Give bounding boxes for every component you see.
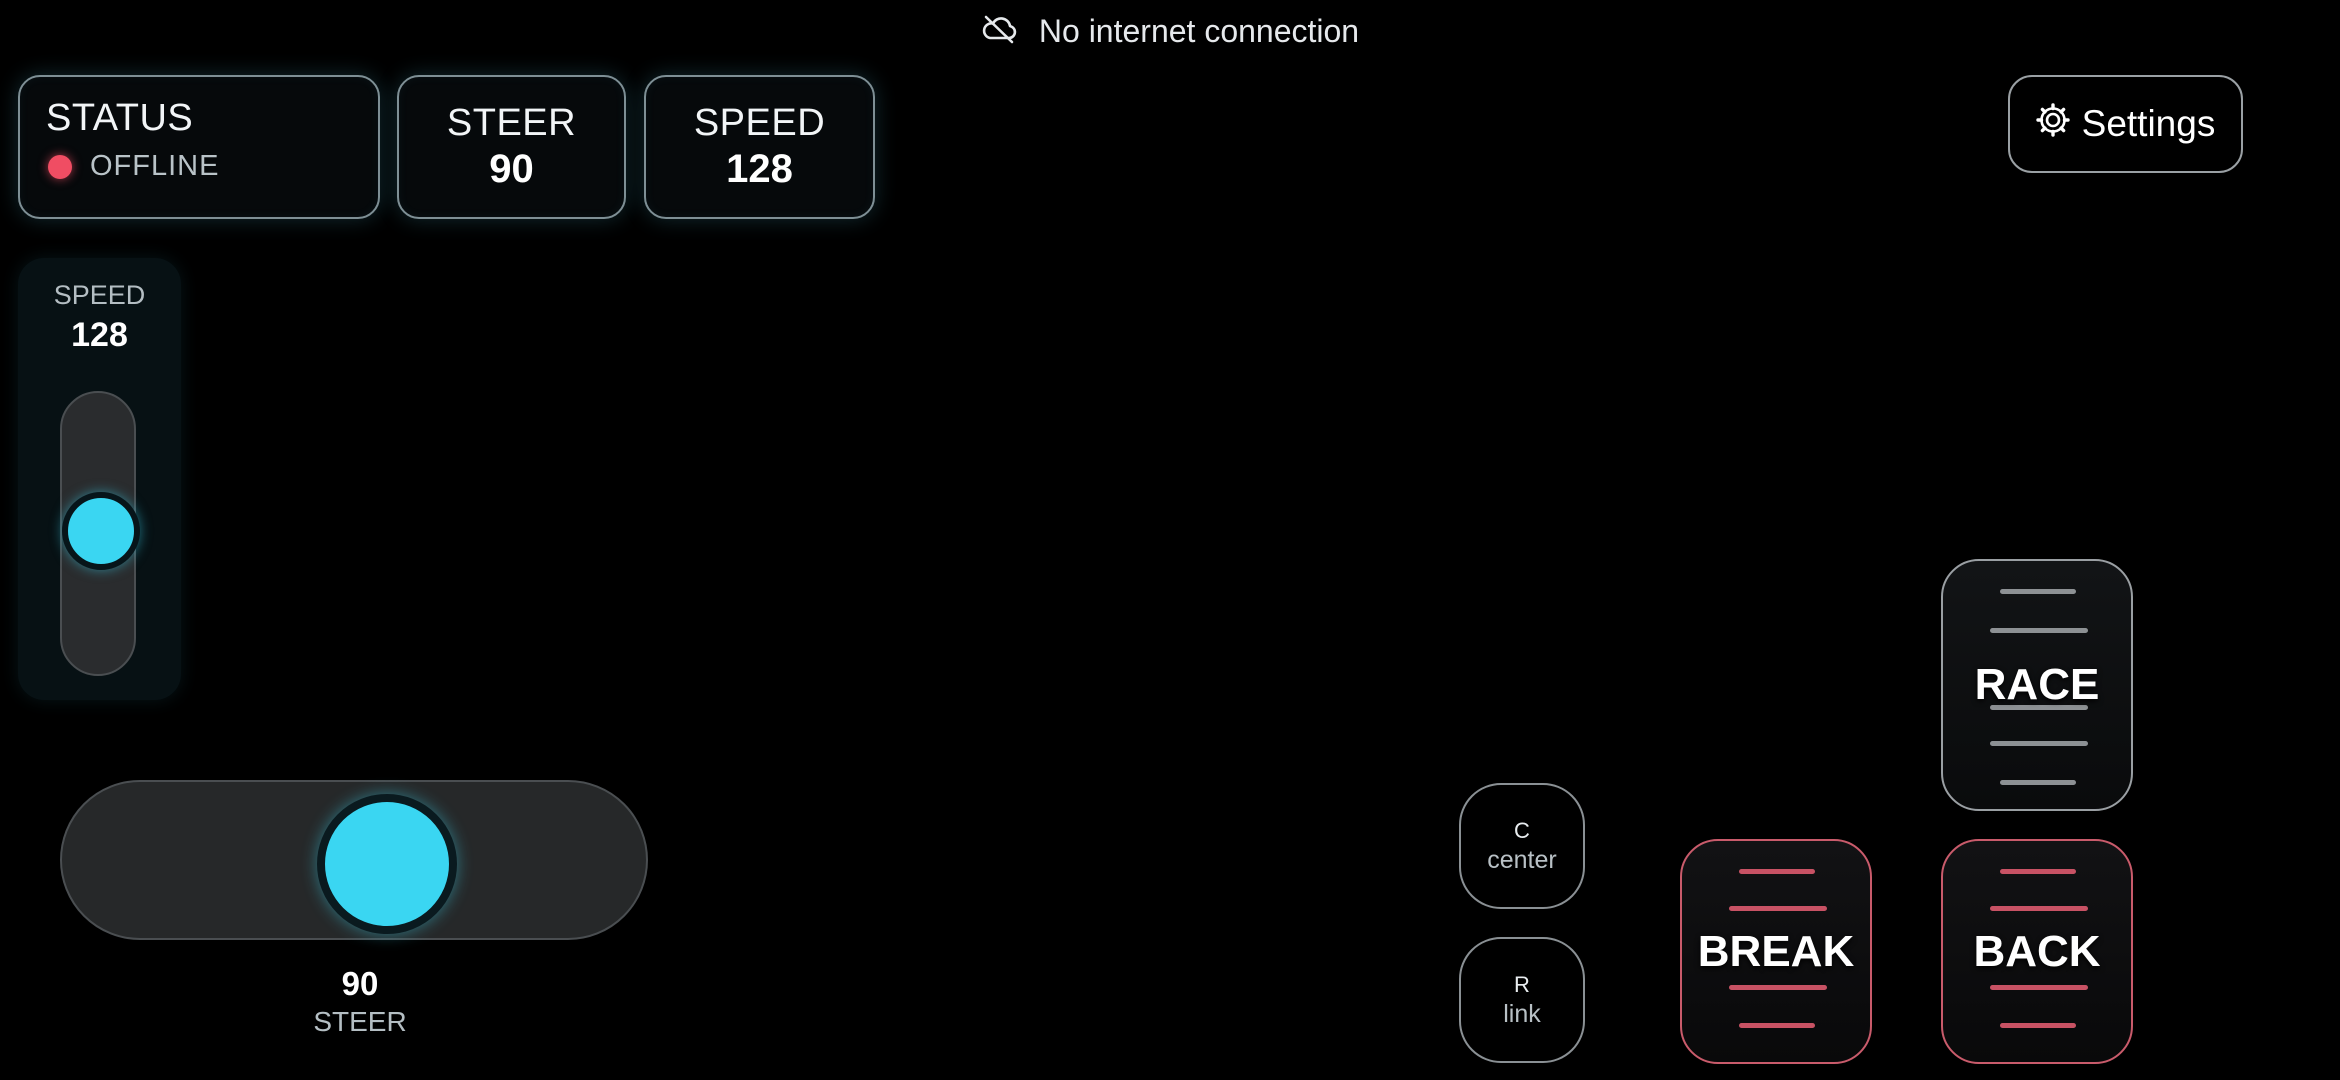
break-pedal-button[interactable]: BREAK — [1680, 839, 1872, 1064]
cloud-off-icon — [981, 14, 1017, 49]
center-key-letter: C — [1514, 817, 1530, 843]
link-key-label: link — [1503, 999, 1541, 1028]
break-pedal-label: BREAK — [1697, 926, 1855, 976]
steer-card-value: 90 — [489, 147, 534, 191]
status-card: STATUS OFFLINE — [18, 75, 380, 219]
steer-card: STEER 90 — [397, 75, 626, 219]
steer-slider-label: STEER — [313, 1006, 407, 1037]
gear-icon — [2035, 102, 2070, 146]
back-pedal-label: BACK — [1973, 926, 2101, 976]
steer-slider-thumb[interactable] — [317, 794, 457, 934]
speed-card: SPEED 128 — [644, 75, 875, 219]
speed-slider-thumb[interactable] — [62, 492, 140, 570]
speed-card-label: SPEED — [693, 102, 826, 144]
race-pedal-button[interactable]: RACE — [1941, 559, 2133, 811]
link-key-button[interactable]: R link — [1459, 937, 1585, 1063]
speed-slider-label: SPEED — [53, 280, 146, 310]
settings-label: Settings — [2081, 103, 2216, 144]
steer-card-label: STEER — [446, 102, 577, 144]
settings-button[interactable]: Settings — [2008, 75, 2243, 173]
connection-status-text: No internet connection — [1038, 12, 1360, 49]
speed-card-value: 128 — [726, 147, 793, 191]
status-label: STATUS — [46, 97, 194, 139]
connection-banner: No internet connection — [0, 0, 2340, 62]
center-key-label: center — [1487, 845, 1557, 874]
status-state: OFFLINE — [90, 150, 220, 182]
race-pedal-label: RACE — [1974, 660, 2100, 709]
center-key-button[interactable]: C center — [1459, 783, 1585, 909]
status-indicator-dot — [48, 154, 72, 179]
speed-slider-value: 128 — [71, 316, 128, 354]
steer-slider-value: 90 — [341, 965, 379, 1002]
link-key-letter: R — [1514, 971, 1530, 997]
back-pedal-button[interactable]: BACK — [1941, 839, 2133, 1064]
